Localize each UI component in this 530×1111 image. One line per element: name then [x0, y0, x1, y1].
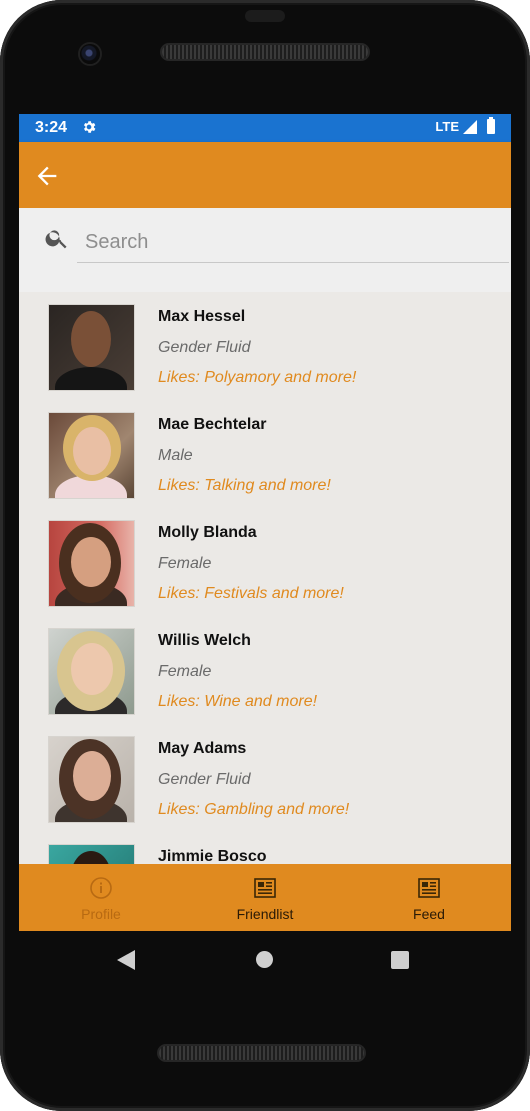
search-icon: [45, 230, 67, 249]
person-likes: Likes: Polyamory and more!: [158, 369, 357, 386]
person-name: Mae Bechtelar: [158, 416, 267, 433]
avatar: [48, 736, 135, 823]
search-input[interactable]: [77, 222, 509, 263]
avatar: [48, 520, 135, 607]
earpiece-slot: [245, 10, 285, 22]
info-circle-icon: [90, 877, 112, 899]
system-recents-button[interactable]: [391, 951, 409, 969]
status-time: 3:24: [35, 119, 68, 136]
app-bar: [19, 142, 511, 208]
nav-label-friendlist: Friendlist: [236, 906, 294, 922]
newspaper-icon: [254, 878, 276, 898]
person-gender: Gender Fluid: [158, 771, 251, 788]
list-item[interactable]: May Adams Gender Fluid Likes: Gambling a…: [19, 724, 511, 832]
newspaper-icon: [418, 878, 440, 898]
front-camera: [80, 44, 100, 64]
battery-icon: [487, 117, 495, 134]
avatar: [48, 844, 135, 864]
list-item[interactable]: Mae Bechtelar Male Likes: Talking and mo…: [19, 400, 511, 508]
status-bar: 3:24 LTE: [19, 114, 511, 142]
nav-label-feed: Feed: [413, 906, 445, 922]
person-likes: Likes: Gambling and more!: [158, 801, 350, 818]
list-item[interactable]: Jimmie Bosco: [19, 832, 511, 864]
person-gender: Female: [158, 663, 212, 680]
bottom-speaker-grille: [159, 1046, 364, 1060]
system-home-button[interactable]: [256, 951, 273, 968]
screen: 3:24 LTE Search Max Hessel Gender Fluid …: [19, 114, 511, 931]
nav-item-profile[interactable]: Profile: [19, 864, 183, 931]
person-name: Willis Welch: [158, 632, 251, 649]
person-gender: Female: [158, 555, 212, 572]
network-type-label: LTE: [435, 119, 459, 134]
settings-gear-icon: [83, 121, 96, 133]
person-gender: Male: [158, 447, 193, 464]
signal-strength-icon: [463, 119, 477, 134]
list-item[interactable]: Max Hessel Gender Fluid Likes: Polyamory…: [19, 292, 511, 400]
person-likes: Likes: Wine and more!: [158, 693, 318, 710]
list-item[interactable]: Molly Blanda Female Likes: Festivals and…: [19, 508, 511, 616]
person-likes: Likes: Talking and more!: [158, 477, 331, 494]
phone-frame: 3:24 LTE Search Max Hessel Gender Fluid …: [0, 0, 530, 1111]
list-item[interactable]: Willis Welch Female Likes: Wine and more…: [19, 616, 511, 724]
avatar: [48, 412, 135, 499]
nav-item-friendlist[interactable]: Friendlist: [183, 864, 347, 931]
status-indicators: LTE: [435, 117, 495, 134]
bottom-navigation: Profile Friendlist Feed: [19, 864, 511, 931]
person-likes: Likes: Festivals and more!: [158, 585, 344, 602]
person-gender: Gender Fluid: [158, 339, 251, 356]
friend-list: Max Hessel Gender Fluid Likes: Polyamory…: [19, 292, 511, 864]
person-name: Max Hessel: [158, 308, 246, 325]
person-name: Molly Blanda: [158, 524, 257, 541]
person-name: May Adams: [158, 740, 247, 757]
top-speaker-grille: [162, 45, 368, 59]
person-name: Jimmie Bosco: [158, 848, 267, 864]
avatar: [48, 304, 135, 391]
nav-item-feed[interactable]: Feed: [347, 864, 511, 931]
back-arrow-icon[interactable]: [33, 162, 61, 190]
nav-label-profile: Profile: [81, 906, 121, 922]
system-back-button[interactable]: [117, 950, 135, 970]
avatar: [48, 628, 135, 715]
